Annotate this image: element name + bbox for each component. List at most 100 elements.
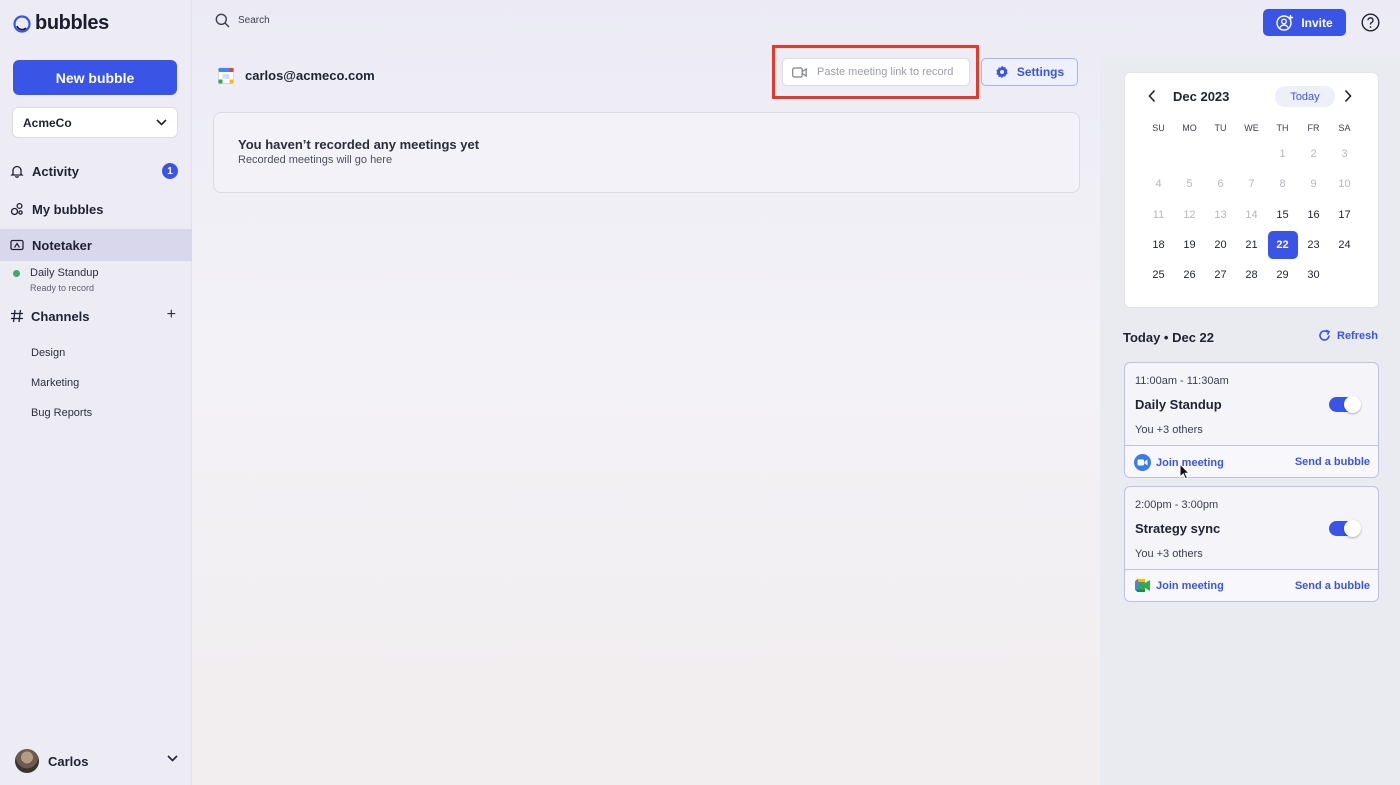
calendar-day: 11 — [1143, 200, 1174, 230]
chevron-down-icon — [156, 119, 167, 126]
calendar-day[interactable]: 25 — [1143, 260, 1174, 290]
calendar-day-number: 30 — [1307, 269, 1320, 282]
meeting-time: 11:00am - 11:30am — [1135, 375, 1229, 387]
calendar-day[interactable]: 18 — [1143, 230, 1174, 260]
add-channel-button[interactable]: + — [167, 306, 176, 324]
search-bar[interactable]: Search — [215, 13, 270, 28]
calendar-day[interactable]: 19 — [1174, 230, 1205, 260]
calendar-week-row: 1 2 3 — [1143, 139, 1360, 169]
calendar-day[interactable]: 21 — [1236, 230, 1267, 260]
calendar-day-number: 11 — [1152, 208, 1165, 221]
paste-meeting-link-field[interactable] — [782, 58, 970, 86]
weekday-label: SA — [1338, 123, 1351, 133]
send-bubble-link[interactable]: Send a bubble — [1295, 580, 1370, 592]
calendar-day: 6 — [1205, 169, 1236, 199]
sidebar: bubbles New bubble AcmeCo Activity 1 My … — [0, 0, 192, 785]
record-toggle[interactable] — [1329, 396, 1361, 413]
mouse-cursor-icon — [1179, 463, 1190, 480]
calendar-day-number: 20 — [1214, 238, 1227, 251]
join-meeting-link[interactable]: Join meeting — [1134, 578, 1224, 593]
chevron-left-icon[interactable] — [1147, 89, 1157, 103]
connected-calendar-account: carlos@acmeco.com — [218, 67, 375, 84]
calendar-day: 13 — [1205, 200, 1236, 230]
calendar-day-selected[interactable]: 22 — [1267, 230, 1298, 260]
calendar-day: 7 — [1236, 169, 1267, 199]
calendar-day[interactable]: 28 — [1236, 260, 1267, 290]
new-bubble-button[interactable]: New bubble — [13, 60, 177, 95]
workspace-select-value: AcmeCo — [23, 115, 72, 130]
calendar-day-number: 29 — [1276, 269, 1289, 282]
calendar-weekday-row: SU MO TU WE TH FR SA — [1143, 117, 1360, 139]
record-toggle[interactable] — [1329, 520, 1361, 537]
settings-button[interactable]: Settings — [981, 58, 1078, 86]
weekday-label: FR — [1307, 123, 1320, 133]
calendar-day[interactable]: 27 — [1205, 260, 1236, 290]
calendar-today-button[interactable]: Today — [1275, 86, 1335, 107]
calendar-day-number: 21 — [1245, 238, 1258, 251]
sidebar-item-activity[interactable]: Activity 1 — [0, 155, 192, 187]
calendar-day[interactable]: 24 — [1329, 230, 1360, 260]
schedule-day-label: Today • Dec 22 — [1123, 330, 1215, 345]
app-logo[interactable]: bubbles — [13, 12, 109, 35]
calendar-empty-cell — [1143, 139, 1174, 169]
calendar-widget: Dec 2023 Today SU MO TU WE TH FR SA 1234567891… — [1124, 72, 1379, 308]
refresh-button[interactable]: Refresh — [1318, 329, 1378, 342]
weekday-label: WE — [1244, 123, 1259, 133]
channel-item-bug-reports[interactable]: Bug Reports — [31, 407, 92, 419]
meeting-title: Daily Standup — [1135, 397, 1222, 412]
calendar-day[interactable]: 16 — [1298, 200, 1329, 230]
meeting-title: Strategy sync — [1135, 521, 1221, 536]
calendar-day[interactable]: 30 — [1298, 260, 1329, 290]
sidebar-item-label: My bubbles — [32, 201, 104, 217]
calendar-day[interactable]: 15 — [1267, 200, 1298, 230]
calendar-empty-cell — [1236, 139, 1267, 169]
calendar-day: 3 — [1329, 139, 1360, 169]
notetaker-icon — [10, 239, 24, 251]
weekday-label: TU — [1214, 123, 1227, 133]
calendar-day[interactable]: 23 — [1298, 230, 1329, 260]
invite-button[interactable]: Invite — [1263, 9, 1346, 36]
calendar-day[interactable]: 26 — [1174, 260, 1205, 290]
chevron-right-icon[interactable] — [1343, 89, 1353, 103]
sidebar-item-my-bubbles[interactable]: My bubbles — [0, 193, 192, 225]
meeting-card-footer: Join meeting Send a bubble — [1125, 445, 1378, 477]
calendar-day[interactable]: 29 — [1267, 260, 1298, 290]
channel-item-marketing[interactable]: Marketing — [31, 377, 79, 389]
calendar-day-number: 16 — [1307, 208, 1320, 221]
calendar-day: 14 — [1236, 200, 1267, 230]
calendar-day-number: 24 — [1338, 238, 1351, 251]
paste-meeting-link-input[interactable] — [817, 66, 967, 78]
send-bubble-link[interactable]: Send a bubble — [1295, 456, 1370, 468]
calendar-day-number: 10 — [1338, 178, 1351, 191]
calendar-week-row: 25 26 27 28 29 30 — [1143, 260, 1360, 290]
calendar-day: 9 — [1298, 169, 1329, 199]
calendar-day-number: 25 — [1152, 269, 1165, 282]
calendar-day[interactable]: 20 — [1205, 230, 1236, 260]
user-menu[interactable]: Carlos — [15, 748, 180, 774]
calendar-empty-cell — [1174, 139, 1205, 169]
calendar-day-number: 13 — [1214, 208, 1227, 221]
sidebar-item-label: Activity — [32, 163, 79, 179]
bell-icon — [10, 165, 24, 178]
calendar-week-row: 4 5 6 7 8 9 10 — [1143, 169, 1360, 199]
calendar-empty-cell — [1205, 139, 1236, 169]
weekday-label: SU — [1152, 123, 1165, 133]
hash-icon — [11, 309, 23, 323]
workspace-select[interactable]: AcmeCo — [12, 107, 178, 138]
calendar-grid: SU MO TU WE TH FR SA 1 2 3 4 5 6 7 8 9 10 11 12 13 14 15 16 17… — [1143, 117, 1360, 290]
meeting-card: 11:00am - 11:30am Daily Standup You +3 o… — [1124, 362, 1379, 478]
weekday-label: TH — [1276, 123, 1289, 133]
meeting-time: 2:00pm - 3:00pm — [1135, 499, 1219, 511]
sidebar-item-notetaker[interactable]: Notetaker — [0, 229, 192, 261]
help-icon[interactable] — [1361, 13, 1380, 32]
calendar-day-number: 12 — [1183, 208, 1196, 221]
settings-label: Settings — [1016, 65, 1065, 79]
sidebar-item-label: Notetaker — [32, 237, 92, 253]
calendar-month-label: Dec 2023 — [1173, 89, 1230, 104]
account-email: carlos@acmeco.com — [245, 68, 375, 83]
calendar-day-number: 1 — [1279, 148, 1286, 160]
channel-item-design[interactable]: Design — [31, 347, 65, 359]
calendar-empty-cell — [1329, 260, 1360, 290]
calendar-day: 4 — [1143, 169, 1174, 199]
calendar-day[interactable]: 17 — [1329, 200, 1360, 230]
